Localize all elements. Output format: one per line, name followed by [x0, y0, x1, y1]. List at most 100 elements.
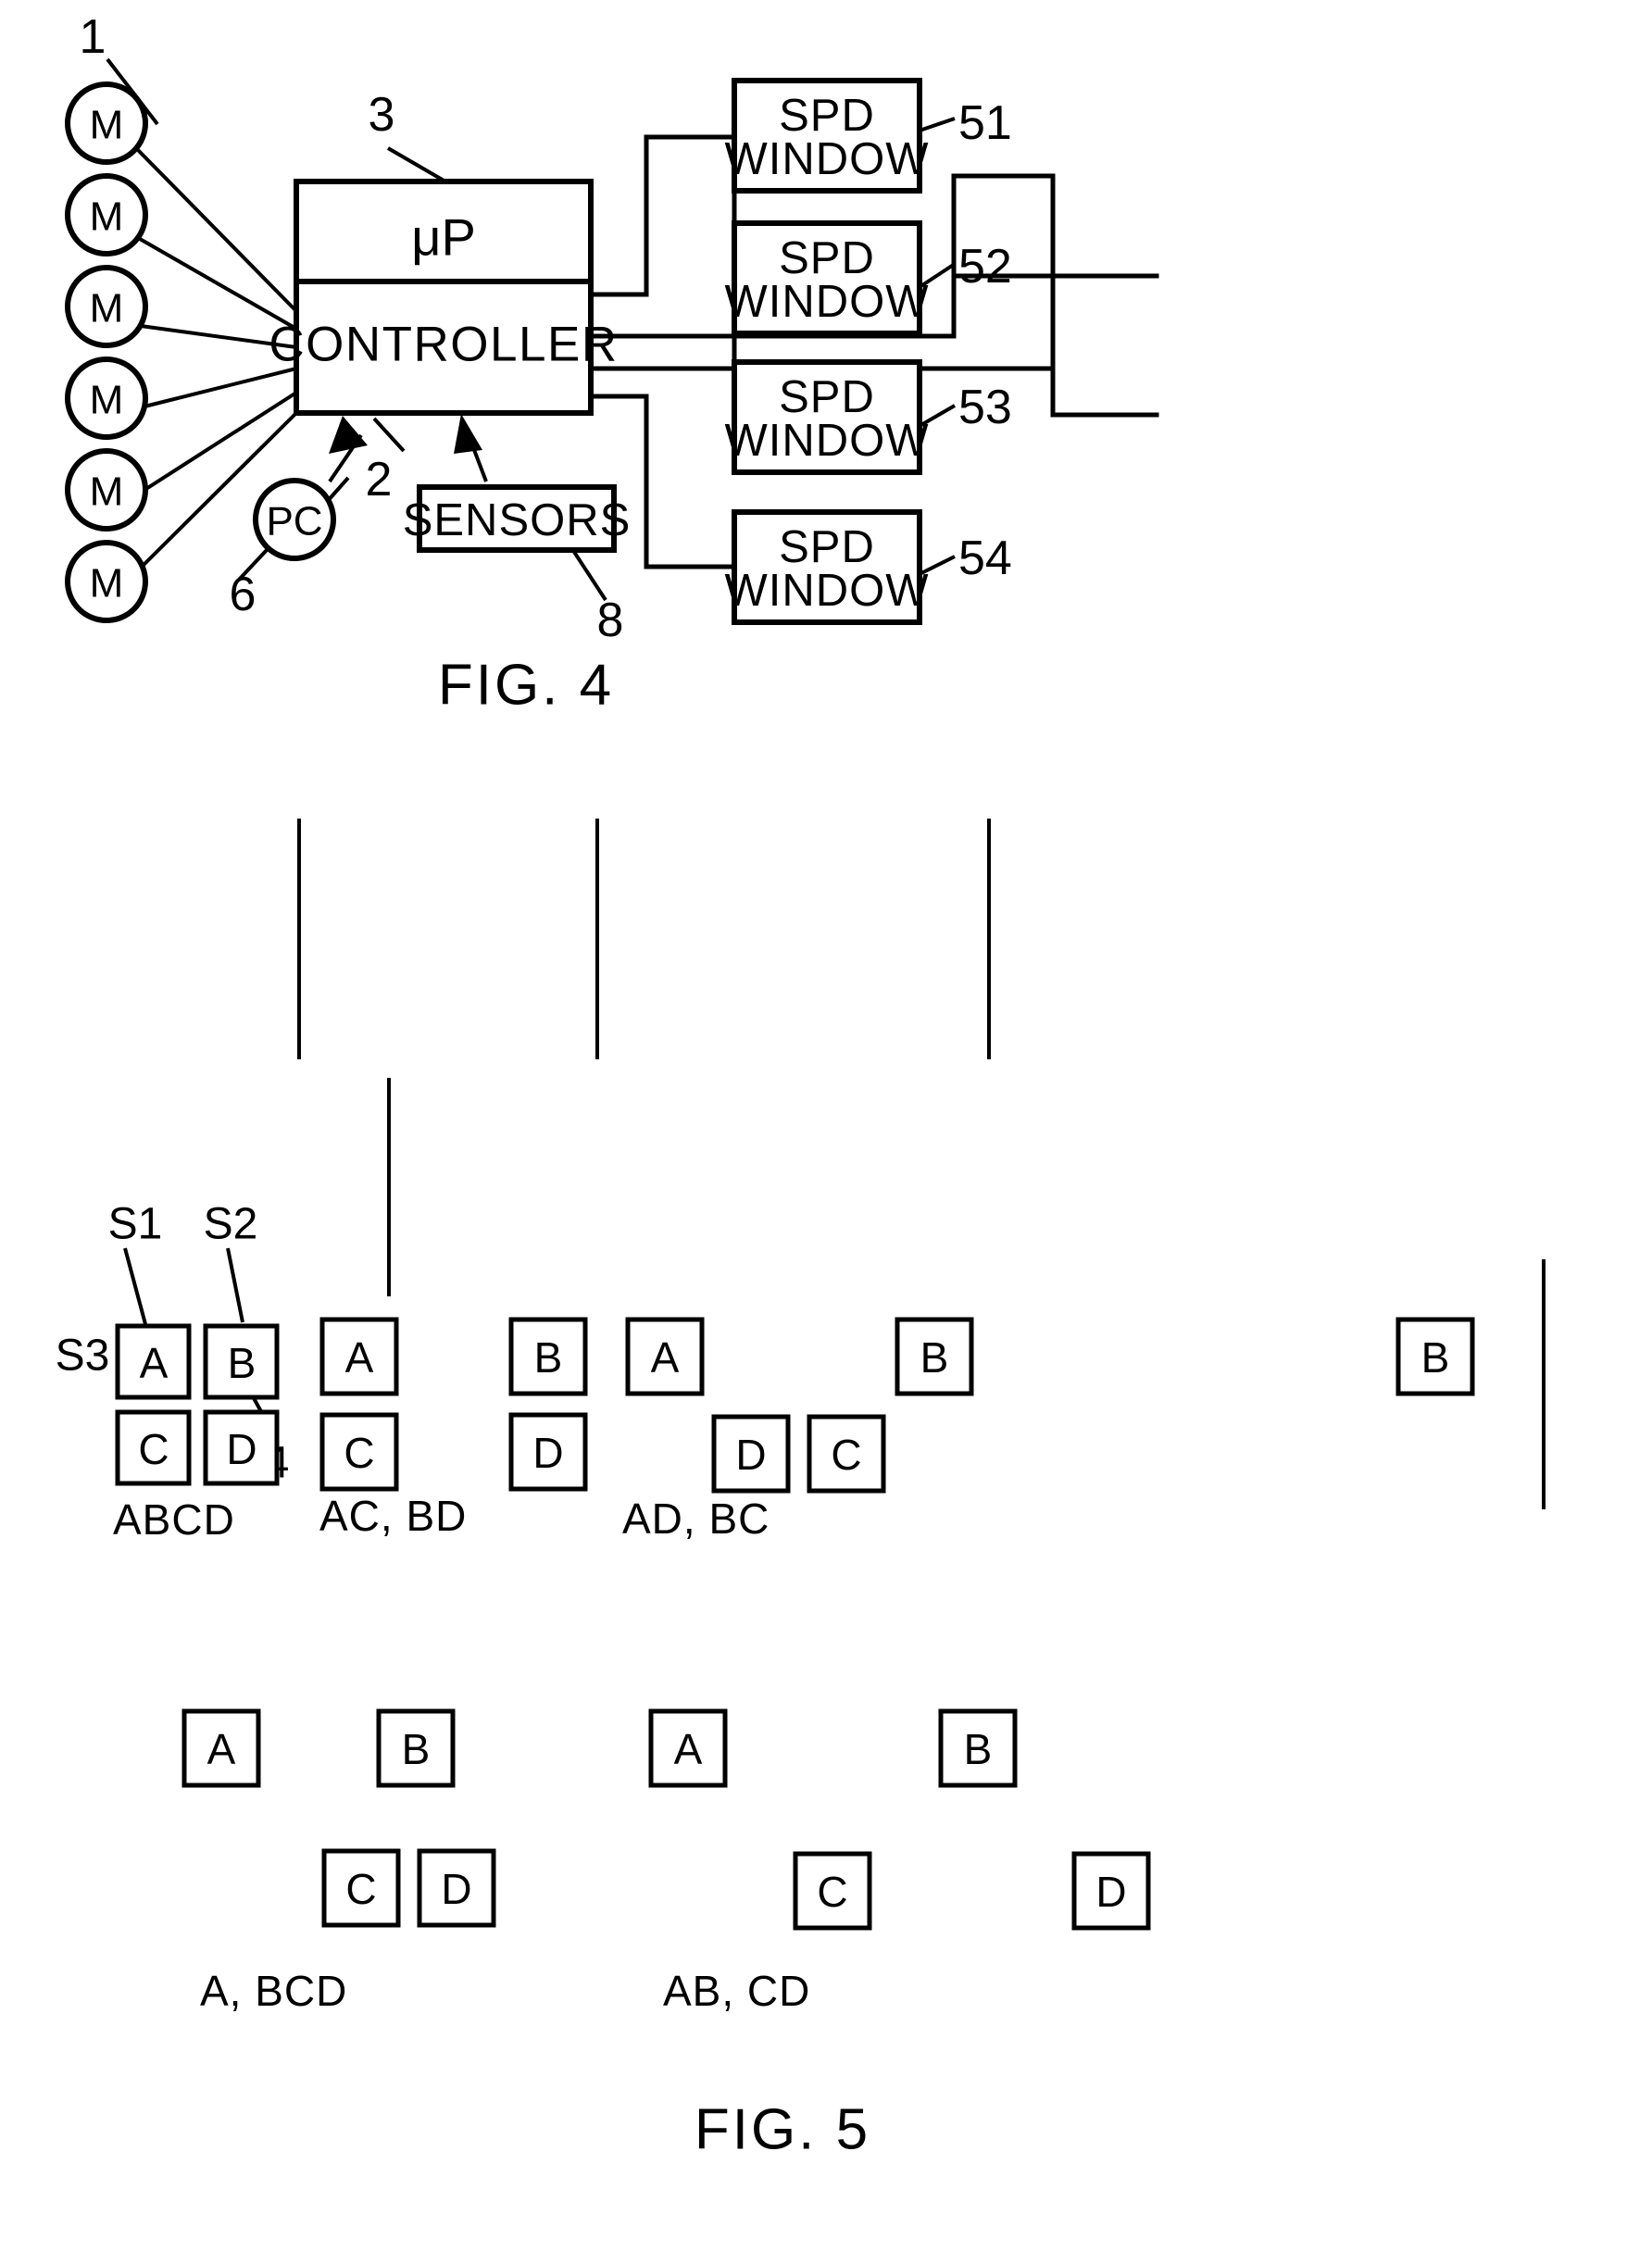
motor-node-4: M	[65, 356, 148, 440]
cell-label: D	[532, 1429, 563, 1477]
cell: B	[938, 1708, 1018, 1788]
segment-ref-s1: S1	[108, 1200, 163, 1325]
controller-ref-leader	[372, 417, 406, 453]
cell: D	[1071, 1851, 1151, 1931]
processor-label: μP	[411, 208, 476, 267]
motor-label: M	[90, 103, 124, 148]
cell-label: A	[345, 1333, 374, 1382]
cell-label: D	[441, 1865, 471, 1913]
group-caption: AB, CD	[663, 1967, 810, 2015]
spd-window-ref-number: 54	[958, 532, 1012, 585]
motor-node-5: M	[65, 448, 148, 532]
spd-window-ref-number: 53	[958, 381, 1012, 434]
cell: D	[203, 1409, 280, 1486]
pc-node: PC	[253, 478, 336, 561]
motor-node-6: M	[65, 540, 148, 623]
cell: A	[625, 1317, 705, 1396]
group-caption: AC, BD	[319, 1492, 467, 1540]
pc-label: PC	[266, 499, 322, 544]
spd-window-ref-number: 52	[958, 240, 1012, 294]
sensors-box: SENSORS	[403, 484, 632, 553]
cell: D	[508, 1412, 588, 1492]
cell: A	[648, 1708, 728, 1788]
pc-ref-number: 6	[230, 568, 257, 621]
fig5-group-ad-bc: A B D C AD, BC	[622, 1317, 974, 1543]
motor-node-1: M	[65, 81, 148, 165]
cell-label: B	[1421, 1333, 1450, 1382]
fig5-group-a-bcd: A B C D A, BCD	[181, 1708, 496, 2015]
figures-canvas: 1 M M M M M M μP CONTROLLER 3 PC 6 2 SEN…	[56, 10, 1546, 2162]
cell: C	[115, 1409, 192, 1486]
cell-label: B	[228, 1339, 257, 1387]
segment-ref-label: S1	[108, 1200, 163, 1249]
cell-label: B	[920, 1333, 949, 1382]
group-dividers	[297, 819, 991, 1296]
spd-window-label-line1: SPD	[779, 91, 875, 141]
motor-ref-number: 1	[80, 10, 106, 64]
cell-label: C	[831, 1431, 861, 1479]
cell: B	[1395, 1317, 1475, 1396]
motor-label: M	[90, 286, 124, 331]
spd-window-label-line1: SPD	[779, 372, 875, 422]
motor-label: M	[90, 194, 124, 240]
fig5-group-abcd: A B C D ABCD	[113, 1323, 280, 1544]
cell: C	[321, 1848, 401, 1928]
controller-ref-number: 2	[366, 453, 393, 507]
cell-label: D	[1095, 1868, 1126, 1916]
cell-label: B	[534, 1333, 563, 1382]
motor-node-2: M	[65, 173, 148, 256]
cell-label: A	[651, 1333, 680, 1382]
patent-drawing-sheet: 1 M M M M M M μP CONTROLLER 3 PC 6 2 SEN…	[0, 0, 1652, 2264]
cell: B	[203, 1323, 280, 1400]
processor-ref-leader	[386, 146, 447, 183]
cell-label: C	[345, 1865, 376, 1913]
cell-label: D	[226, 1425, 257, 1473]
motor-label: M	[90, 469, 124, 515]
spd-window-label-line2: WINDOW	[725, 277, 930, 327]
controller-box: CONTROLLER	[269, 279, 618, 416]
group-caption: ABCD	[113, 1495, 235, 1544]
motor-label: M	[90, 561, 124, 607]
group-caption: AD, BC	[622, 1495, 770, 1543]
fig5-group-ac-bd: A B C D AC, BD	[319, 1317, 588, 1540]
cell-label: C	[344, 1429, 374, 1477]
figure-5-caption: FIG. 5	[695, 2098, 870, 2162]
cell-label: C	[817, 1868, 847, 1916]
cell-label: A	[207, 1725, 236, 1773]
cell-label: A	[674, 1725, 703, 1773]
motor-node-3: M	[65, 265, 148, 348]
spd-window-54: SPD WINDOW 54	[725, 509, 1012, 625]
spd-window-label-line1: SPD	[779, 522, 875, 572]
cell: C	[807, 1414, 886, 1494]
spd-window-label-line2: WINDOW	[725, 566, 930, 616]
cell-label: D	[735, 1431, 766, 1479]
spd-window-label-line2: WINDOW	[725, 134, 930, 184]
spd-window-label-line1: SPD	[779, 233, 875, 283]
cell: B	[508, 1317, 588, 1396]
processor-ref-number: 3	[369, 88, 395, 142]
sensors-ref-number: 8	[597, 594, 624, 647]
cell: A	[319, 1317, 399, 1396]
cell-label: B	[402, 1725, 431, 1773]
spd-window-wiring	[588, 134, 1159, 569]
cell: B	[376, 1708, 456, 1788]
cell-label: A	[140, 1339, 169, 1387]
spd-window-53: SPD WINDOW 53	[725, 359, 1012, 475]
group-caption: A, BCD	[200, 1967, 347, 2015]
cell: A	[115, 1323, 192, 1400]
controller-label: CONTROLLER	[269, 318, 618, 372]
sensors-label: SENSORS	[403, 495, 632, 545]
sensors-connection-arrow	[454, 414, 488, 482]
segment-ref-s2: S2	[204, 1200, 258, 1323]
processor-box: μP	[294, 179, 594, 284]
segment-ref-label: S2	[204, 1200, 258, 1249]
cell: D	[417, 1848, 496, 1928]
cell: D	[711, 1414, 791, 1494]
spd-window-52: SPD WINDOW 52	[725, 220, 1012, 336]
cell-label: B	[964, 1725, 993, 1773]
cell: C	[793, 1851, 872, 1931]
spd-window-ref-number: 51	[958, 96, 1012, 150]
segment-ref-label: S3	[56, 1332, 110, 1381]
cell-label: C	[138, 1425, 169, 1473]
cell: A	[181, 1708, 261, 1788]
